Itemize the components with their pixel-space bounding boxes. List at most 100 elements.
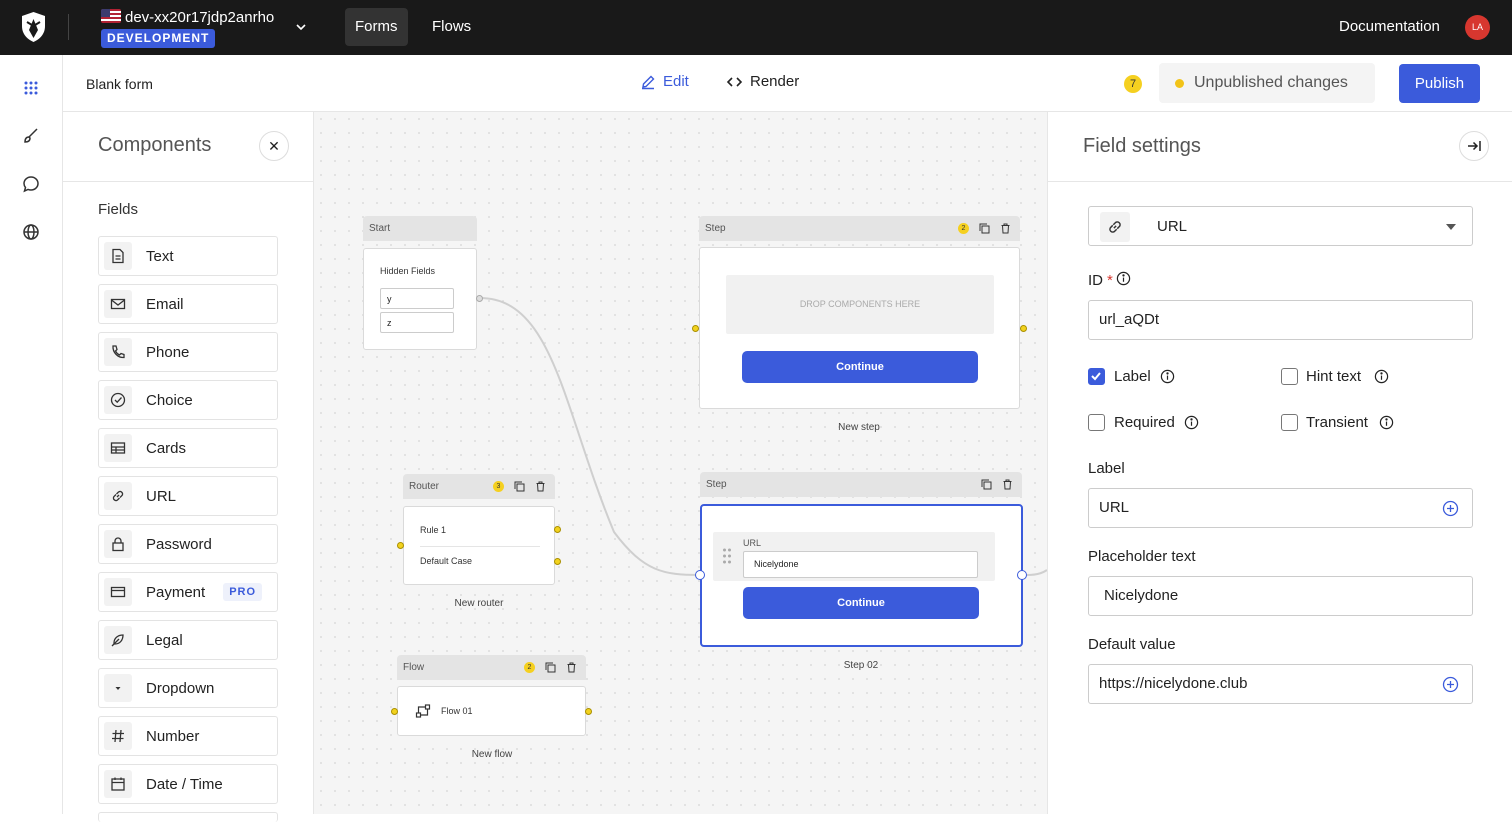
step-node-selected[interactable]: URL Nicelydone Continue [700,504,1023,647]
router-node-header[interactable]: Router [403,474,555,499]
avatar[interactable]: LA [1465,15,1490,40]
component-text[interactable]: Text [98,236,278,276]
component-dropdown[interactable]: Dropdown [98,668,278,708]
drag-handle-icon[interactable] [722,547,732,565]
copy-icon[interactable] [981,479,992,490]
placeholder-input[interactable]: Nicelydone [1088,576,1473,616]
continue-button[interactable]: Continue [742,351,978,383]
id-input[interactable]: url_aQDt [1088,300,1473,340]
connector-port[interactable] [554,526,561,533]
step-node-header[interactable]: Step [699,216,1020,241]
router-default-case[interactable]: Default Case [420,556,472,566]
label-field-label: Label [1088,460,1125,477]
close-icon[interactable]: ✕ [259,131,289,161]
status-text: Unpublished changes [1194,74,1348,91]
component-password[interactable]: Password [98,524,278,564]
drop-zone[interactable]: DROP COMPONENTS HERE [726,275,994,334]
node-caption: New step [838,422,880,433]
tab-render[interactable]: Render [726,73,799,90]
trash-icon[interactable] [1000,223,1011,234]
start-node[interactable]: Hidden Fields y z [363,248,477,350]
component-payment[interactable]: Payment PRO [98,572,278,612]
flow-icon [415,704,431,718]
continue-button[interactable]: Continue [743,587,979,619]
trash-icon[interactable] [535,481,546,492]
node-count-badge: 2 [958,223,969,234]
router-node[interactable]: Rule 1 Default Case [403,506,555,585]
lock-icon [104,530,132,558]
nav-flows[interactable]: Flows [422,8,481,46]
component-phone[interactable]: Phone [98,332,278,372]
step-node[interactable]: DROP COMPONENTS HERE Continue [699,247,1020,409]
component-choice[interactable]: Choice [98,380,278,420]
connector-port[interactable] [554,558,561,565]
label-checkbox[interactable] [1088,368,1105,385]
component-number[interactable]: Number [98,716,278,756]
connector-port[interactable] [397,542,404,549]
tenant-name[interactable]: dev-xx20r17jdp2anrho [125,9,274,26]
step-node-header[interactable]: Step [700,472,1022,497]
transient-checkbox[interactable] [1281,414,1298,431]
connector-port[interactable] [476,295,483,302]
start-node-header[interactable]: Start [363,216,477,241]
nav-forms[interactable]: Forms [345,8,408,46]
label-input[interactable]: URL [1088,488,1473,528]
connector-port[interactable] [585,708,592,715]
copy-icon[interactable] [514,481,525,492]
copy-icon[interactable] [545,662,556,673]
connector-port[interactable] [692,325,699,332]
hidden-field[interactable]: y [380,288,454,309]
node-caption: New flow [471,749,513,760]
router-rule[interactable]: Rule 1 [420,525,446,535]
default-value-text: https://nicelydone.club [1099,675,1248,692]
checkmark-icon [1091,372,1101,381]
default-value-input[interactable]: https://nicelydone.club [1088,664,1473,704]
flow-node[interactable]: Flow 01 [397,686,586,736]
component-datetime[interactable]: Date / Time [98,764,278,804]
required-checkbox[interactable] [1088,414,1105,431]
hash-icon [104,722,132,750]
grid-icon[interactable] [21,78,41,98]
component-label: URL [146,487,177,505]
hint-text-checkbox[interactable] [1281,368,1298,385]
info-icon[interactable] [1160,369,1175,384]
field-type-select[interactable]: URL [1088,206,1473,246]
copy-icon[interactable] [979,223,990,234]
component-cards[interactable]: Cards [98,428,278,468]
trash-icon[interactable] [566,662,577,673]
notification-count-badge[interactable]: 7 [1124,75,1142,93]
brush-icon[interactable] [21,126,41,146]
node-title: Step [706,479,727,490]
tab-edit[interactable]: Edit [640,73,689,90]
connector-port[interactable] [695,570,705,580]
flow-canvas[interactable]: Start Hidden Fields y z Step 2 DROP COMP… [314,112,1047,814]
trash-icon[interactable] [1002,479,1013,490]
shield-logo-icon[interactable] [20,11,47,43]
globe-icon[interactable] [21,222,41,242]
component-email[interactable]: Email [98,284,278,324]
connector-port[interactable] [1017,570,1027,580]
connector-port[interactable] [391,708,398,715]
divider [68,14,69,40]
add-circle-icon[interactable] [1442,500,1459,517]
pencil-icon [642,75,655,89]
info-icon[interactable] [1379,415,1394,430]
documentation-link[interactable]: Documentation [1339,18,1440,35]
flow-node-header[interactable]: Flow [397,655,586,680]
info-icon[interactable] [1116,271,1131,286]
component-url[interactable]: URL [98,476,278,516]
url-field-component[interactable]: URL Nicelydone [713,532,995,581]
publish-button[interactable]: Publish [1399,64,1480,103]
url-preview-input[interactable]: Nicelydone [743,551,978,578]
add-circle-icon[interactable] [1442,676,1459,693]
component-legal[interactable]: Legal [98,620,278,660]
form-title[interactable]: Blank form [86,76,153,92]
chevron-down-icon[interactable] [293,19,309,35]
connector-port[interactable] [1020,325,1027,332]
info-icon[interactable] [1374,369,1389,384]
info-icon[interactable] [1184,415,1199,430]
document-icon [104,242,132,270]
chat-bubble-icon[interactable] [21,174,41,194]
hidden-field[interactable]: z [380,312,454,333]
collapse-panel-icon[interactable] [1459,131,1489,161]
